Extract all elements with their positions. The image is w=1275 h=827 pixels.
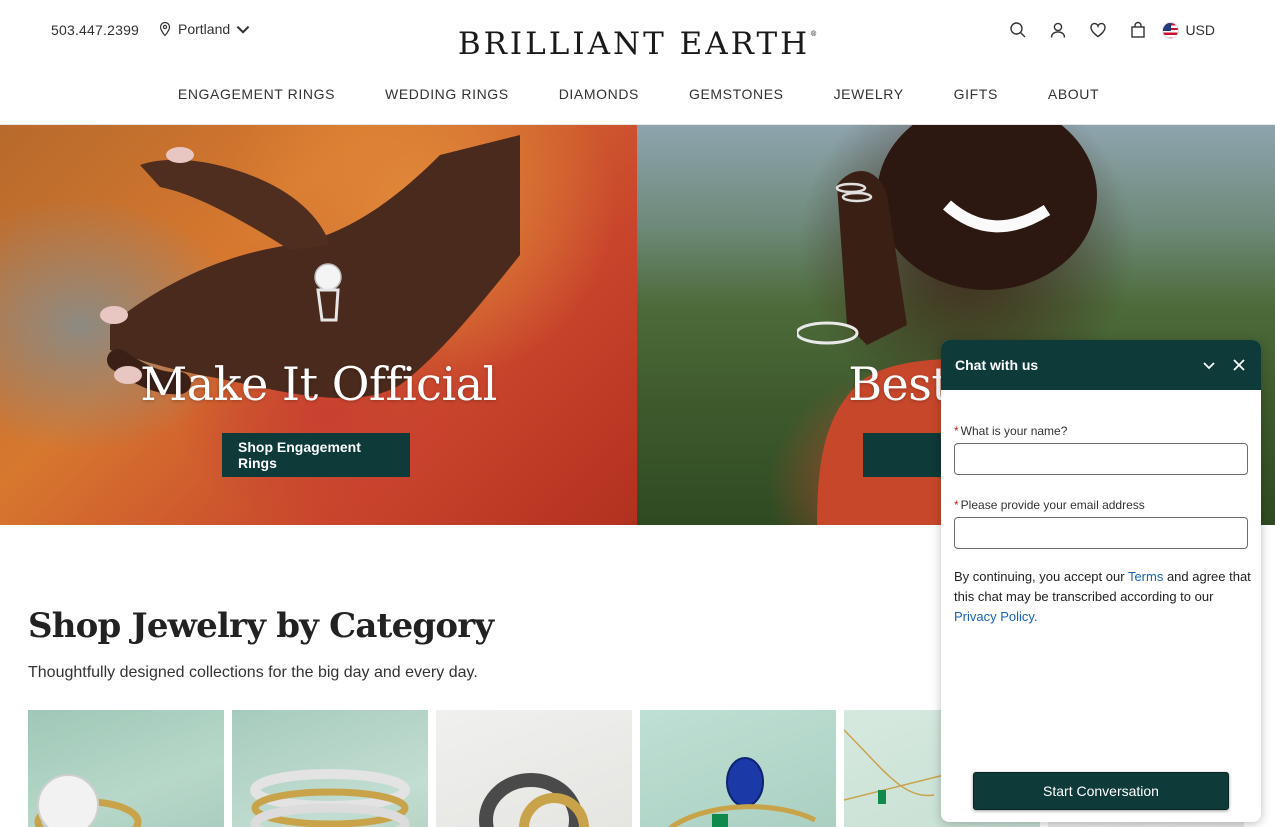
nav-engagement-rings[interactable]: ENGAGEMENT RINGS: [178, 86, 335, 102]
category-heading: Shop Jewelry by Category: [28, 606, 494, 646]
sapphire-ring-image: [668, 757, 817, 827]
currency-selector[interactable]: USD: [1162, 21, 1215, 39]
nav-gifts[interactable]: GIFTS: [954, 86, 998, 102]
hand-with-ring-image: [100, 135, 520, 398]
category-subheading: Thoughtfully designed collections for th…: [28, 664, 478, 681]
minimize-chevron-icon[interactable]: [1201, 357, 1217, 373]
close-icon[interactable]: [1231, 357, 1247, 373]
nav-about[interactable]: ABOUT: [1048, 86, 1099, 102]
email-label-text: Please provide your email address: [960, 498, 1145, 512]
header-utilities: USD: [1008, 20, 1215, 40]
engagement-ring-image: [34, 774, 142, 827]
privacy-policy-link[interactable]: Privacy Policy.: [954, 609, 1038, 624]
terms-link[interactable]: Terms: [1128, 569, 1163, 584]
required-asterisk: *: [954, 424, 959, 438]
mens-ring-image: [479, 773, 589, 827]
us-flag-icon: [1162, 21, 1180, 39]
name-input[interactable]: [954, 443, 1248, 475]
category-tile-mens-rings[interactable]: [436, 710, 632, 827]
hero-title-engagement: Make It Official: [140, 357, 497, 411]
category-tile-gemstone-rings[interactable]: [640, 710, 836, 827]
nav-diamonds[interactable]: DIAMONDS: [559, 86, 639, 102]
consent-text: By continuing, you accept our Terms and …: [954, 567, 1252, 627]
nav-jewelry[interactable]: JEWELRY: [834, 86, 904, 102]
heart-icon[interactable]: [1088, 20, 1108, 40]
bag-icon[interactable]: [1128, 20, 1148, 40]
hero-panel-engagement[interactable]: Make It Official Shop Engagement Rings: [0, 125, 637, 525]
name-label-text: What is your name?: [960, 424, 1068, 438]
currency-label: USD: [1185, 22, 1215, 38]
wedding-rings-image: [250, 769, 410, 827]
start-conversation-button[interactable]: Start Conversation: [973, 772, 1229, 810]
nav-wedding-rings[interactable]: WEDDING RINGS: [385, 86, 509, 102]
main-nav: ENGAGEMENT RINGS WEDDING RINGS DIAMONDS …: [0, 86, 1275, 102]
nav-gemstones[interactable]: GEMSTONES: [689, 86, 784, 102]
email-field-label: * Please provide your email address: [954, 498, 1145, 512]
category-tile-wedding-rings[interactable]: [232, 710, 428, 827]
account-icon[interactable]: [1048, 20, 1068, 40]
site-header: 503.447.2399 Portland BRILLIANT EARTH® U…: [0, 0, 1275, 125]
registered-mark: ®: [810, 30, 818, 38]
required-asterisk: *: [954, 498, 959, 512]
chat-header: Chat with us: [941, 340, 1261, 390]
email-input[interactable]: [954, 517, 1248, 549]
chat-widget: Chat with us * What is your name? * Please…: [941, 340, 1261, 822]
consent-prefix: By continuing, you accept our: [954, 569, 1128, 584]
logo-text: BRILLIANT EARTH: [457, 26, 811, 62]
shop-engagement-rings-button[interactable]: Shop Engagement Rings: [222, 433, 410, 477]
category-tile-engagement-rings[interactable]: [28, 710, 224, 827]
chat-title: Chat with us: [955, 357, 1039, 373]
search-icon[interactable]: [1008, 20, 1028, 40]
name-field-label: * What is your name?: [954, 424, 1067, 438]
